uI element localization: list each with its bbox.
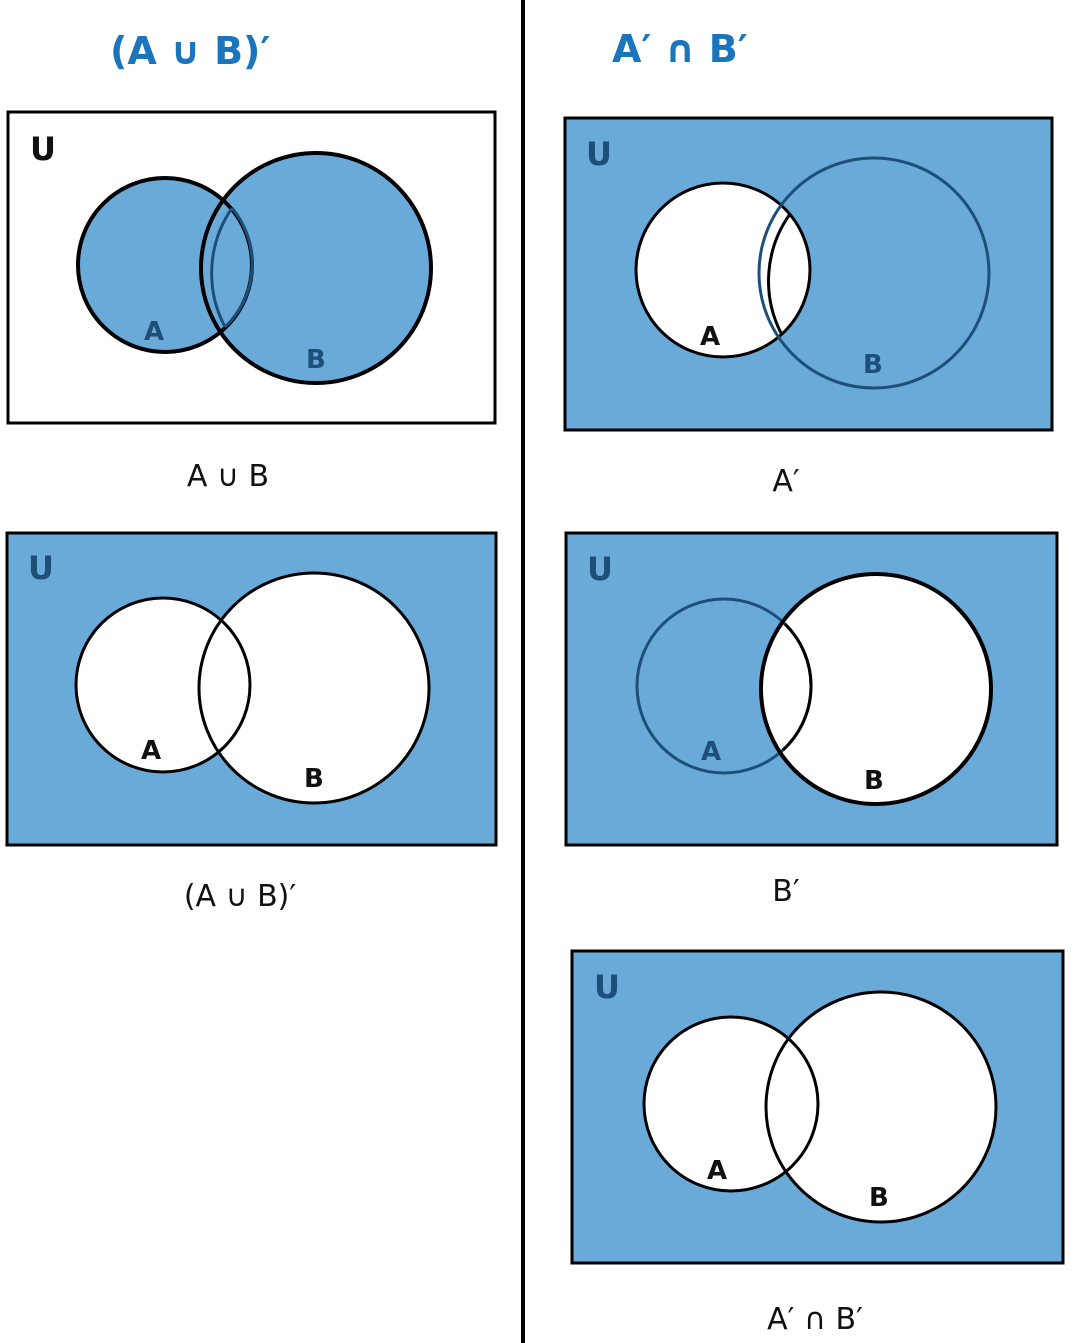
- universe-label: U: [28, 549, 54, 587]
- right-column-title: A′ ∩ B′: [612, 27, 748, 71]
- caption-complement-of-union: (A ∪ B)′: [183, 879, 297, 914]
- caption-a-union-b: A ∪ B: [186, 459, 270, 494]
- set-a-label: A: [144, 317, 164, 347]
- set-b-label: B: [863, 350, 883, 380]
- caption-complement-of-b: B′: [772, 874, 800, 909]
- universe-label: U: [586, 135, 612, 173]
- set-b-label: B: [304, 764, 324, 794]
- universe-label: U: [594, 968, 620, 1006]
- set-b-label: B: [864, 766, 884, 796]
- venn-diagram-complement-of-union: U A B: [5, 531, 498, 847]
- left-column-title: (A ∪ B)′: [110, 29, 271, 73]
- caption-complement-of-a: A′: [772, 464, 800, 499]
- caption-intersection-of-complements: A′ ∩ B′: [767, 1302, 863, 1337]
- universe-label: U: [30, 130, 56, 168]
- venn-diagram-complement-of-a: U A B: [563, 116, 1054, 432]
- universe-label: U: [587, 550, 613, 588]
- set-a-label: A: [700, 322, 720, 352]
- set-a-label: A: [707, 1156, 727, 1186]
- set-b-label: B: [869, 1183, 889, 1213]
- set-a-label: A: [701, 737, 721, 767]
- venn-diagram-a-union-b: U A B: [6, 110, 497, 425]
- venn-diagram-intersection-of-complements: U A B: [570, 949, 1065, 1265]
- column-divider: [521, 0, 525, 1343]
- set-a-label: A: [141, 736, 161, 766]
- set-b-label: B: [306, 345, 326, 375]
- venn-diagram-complement-of-b: U A B: [564, 531, 1059, 847]
